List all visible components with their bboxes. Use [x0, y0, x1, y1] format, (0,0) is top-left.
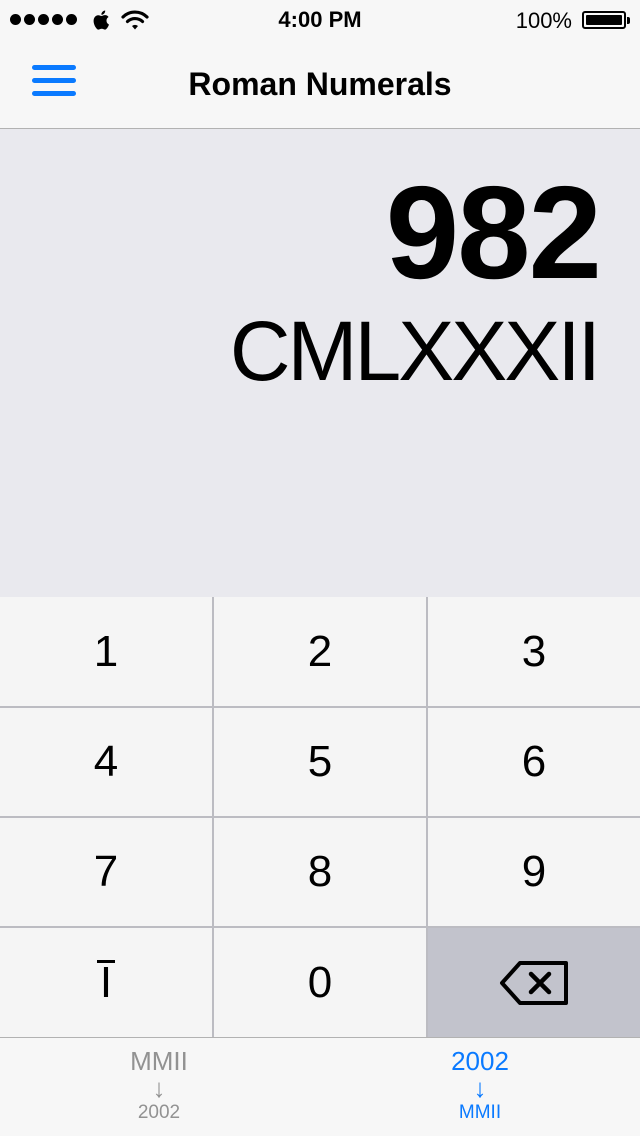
key-8[interactable]: 8: [214, 818, 426, 926]
key-9[interactable]: 9: [428, 818, 640, 926]
key-7[interactable]: 7: [0, 818, 212, 926]
tab-bar: MMII ↓ 2002 2002 ↓ MMII: [0, 1037, 640, 1136]
tab-from-label: 2002: [451, 1046, 509, 1076]
battery-percentage: 100%: [515, 8, 572, 33]
key-label: 3: [521, 626, 547, 676]
result-display: 982 CMLXXXII: [0, 129, 640, 597]
key-label: 6: [521, 737, 547, 786]
backspace-button[interactable]: [428, 928, 640, 1037]
battery-icon: [582, 11, 630, 29]
key-label: 2: [307, 626, 333, 676]
down-arrow-icon: ↓: [152, 1073, 166, 1103]
status-bar: 4:00 PM 100%: [0, 0, 640, 40]
key-label: 8: [307, 847, 333, 896]
key-label: 4: [93, 737, 119, 786]
key-4[interactable]: 4: [0, 708, 212, 816]
navigation-bar: Roman Numerals: [0, 40, 640, 129]
tab-from-label: MMII: [130, 1046, 188, 1076]
down-arrow-icon: ↓: [473, 1073, 487, 1103]
key-label: 7: [93, 847, 119, 896]
key-label: 1: [93, 626, 119, 676]
key-1[interactable]: 1: [0, 597, 212, 706]
key-2[interactable]: 2: [214, 597, 426, 706]
tab-to-label: 2002: [137, 1102, 181, 1123]
key-5[interactable]: 5: [214, 708, 426, 816]
key-overline-one[interactable]: I: [0, 928, 212, 1037]
key-0[interactable]: 0: [214, 928, 426, 1037]
tab-arabic-to-roman[interactable]: 2002 ↓ MMII: [410, 1046, 550, 1126]
key-3[interactable]: 3: [428, 597, 640, 706]
keypad: 1 2 3 4 5 6 7 8 9 I 0: [0, 597, 640, 1037]
key-label: 5: [307, 737, 333, 786]
backspace-icon: [500, 960, 568, 1005]
key-label: 0: [307, 957, 333, 1007]
roman-numeral-display: CMLXXXII: [229, 304, 601, 398]
overline-one-label: I: [96, 957, 116, 1007]
tab-roman-to-arabic[interactable]: MMII ↓ 2002: [89, 1046, 229, 1126]
key-6[interactable]: 6: [428, 708, 640, 816]
arabic-number-display: 982: [385, 159, 602, 306]
key-label: 9: [521, 847, 547, 896]
tab-to-label: MMII: [458, 1102, 502, 1123]
page-title: Roman Numerals: [188, 66, 452, 102]
